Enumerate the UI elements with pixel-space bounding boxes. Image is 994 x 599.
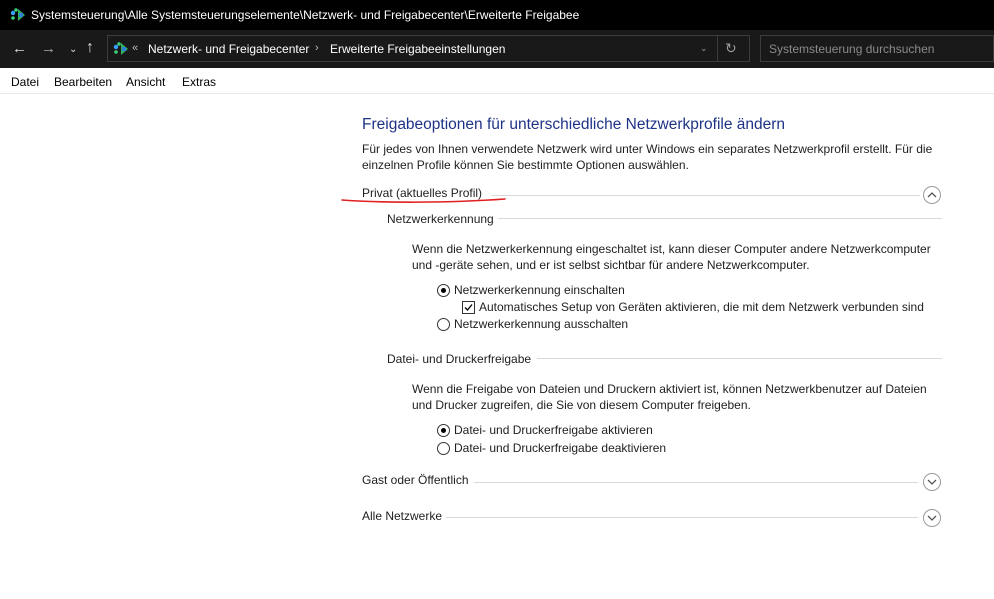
- profile-private-divider: [492, 195, 920, 196]
- menu-bearbeiten[interactable]: Bearbeiten: [54, 75, 112, 89]
- chevron-down-circle-icon[interactable]: [923, 509, 941, 527]
- network-center-icon: [10, 8, 25, 21]
- address-bar[interactable]: « Netzwerk- und Freigabecenter › Erweite…: [107, 35, 750, 62]
- page-title: Freigabeoptionen für unterschiedliche Ne…: [362, 116, 786, 133]
- breadcrumb-advanced-sharing[interactable]: Erweiterte Freigabeeinstellungen: [330, 42, 505, 56]
- radio-label: Netzwerkerkennung ausschalten: [454, 317, 629, 331]
- menu-extras[interactable]: Extras: [182, 75, 216, 89]
- section-network-discovery-heading: Netzwerkerkennung: [387, 212, 494, 226]
- section-file-sharing-heading: Datei- und Druckerfreigabe: [387, 352, 532, 366]
- radio-button[interactable]: [437, 423, 450, 437]
- menu-datei[interactable]: Datei: [11, 75, 39, 89]
- address-divider: [717, 36, 718, 61]
- chevron-up-circle-icon[interactable]: [923, 186, 941, 204]
- search-box[interactable]: [760, 35, 994, 62]
- main-content: Freigabeoptionen für unterschiedliche Ne…: [0, 94, 994, 599]
- red-annotation-underline: [341, 198, 506, 203]
- network-center-icon: [113, 42, 128, 55]
- search-input[interactable]: [769, 41, 979, 57]
- checkbox-label: Automatisches Setup von Geräten aktivier…: [479, 300, 924, 314]
- navigation-bar: ← → ⌄ ↑ « Netzwerk- und Freigabecenter ›…: [0, 30, 994, 68]
- radio-file-sharing-off[interactable]: Datei- und Druckerfreigabe deaktivieren: [437, 441, 666, 455]
- radio-button[interactable]: [437, 317, 450, 331]
- intro-text: Für jedes von Ihnen verwendete Netzwerk …: [362, 142, 933, 172]
- checkbox[interactable]: [462, 300, 475, 314]
- refresh-icon[interactable]: ↻: [725, 40, 737, 57]
- breadcrumb-network-center[interactable]: Netzwerk- und Freigabecenter: [148, 42, 309, 56]
- chevron-down-icon[interactable]: ⌄: [69, 42, 77, 58]
- profile-all-networks-label[interactable]: Alle Netzwerke: [362, 509, 442, 523]
- section-network-discovery-divider: [498, 218, 942, 219]
- radio-label: Datei- und Druckerfreigabe deaktivieren: [454, 441, 667, 455]
- title-bar: Systemsteuerung\Alle Systemsteuerungsele…: [0, 0, 994, 30]
- arrow-left-icon[interactable]: ←: [12, 41, 27, 57]
- section-file-sharing-description: Wenn die Freigabe von Dateien und Drucke…: [412, 382, 927, 412]
- section-file-sharing-divider: [537, 358, 942, 359]
- radio-label: Datei- und Druckerfreigabe aktivieren: [454, 423, 653, 437]
- window-title: Systemsteuerung\Alle Systemsteuerungsele…: [31, 8, 580, 22]
- chevron-down-circle-icon[interactable]: [923, 473, 941, 491]
- breadcrumb-separator[interactable]: ›: [315, 42, 319, 54]
- radio-button[interactable]: [437, 441, 450, 455]
- radio-network-discovery-on[interactable]: Netzwerkerkennung einschalten: [437, 283, 625, 297]
- profile-guest-divider: [474, 482, 918, 483]
- radio-button[interactable]: [437, 283, 450, 297]
- profile-guest-label[interactable]: Gast oder Öffentlich: [362, 473, 469, 487]
- radio-network-discovery-off[interactable]: Netzwerkerkennung ausschalten: [437, 317, 628, 331]
- breadcrumb-overflow[interactable]: «: [132, 42, 138, 54]
- menu-bar: Datei Bearbeiten Ansicht Extras: [0, 68, 994, 94]
- address-dropdown-icon[interactable]: ⌄: [700, 43, 708, 54]
- profile-all-networks-divider: [446, 517, 918, 518]
- arrow-up-icon[interactable]: ↑: [86, 40, 94, 56]
- arrow-right-icon[interactable]: →: [41, 41, 56, 57]
- menu-ansicht[interactable]: Ansicht: [126, 75, 165, 89]
- section-network-discovery-description: Wenn die Netzwerkerkennung eingeschaltet…: [412, 242, 931, 272]
- radio-label: Netzwerkerkennung einschalten: [454, 283, 625, 297]
- radio-file-sharing-on[interactable]: Datei- und Druckerfreigabe aktivieren: [437, 423, 653, 437]
- checkbox-auto-setup[interactable]: Automatisches Setup von Geräten aktivier…: [462, 300, 924, 314]
